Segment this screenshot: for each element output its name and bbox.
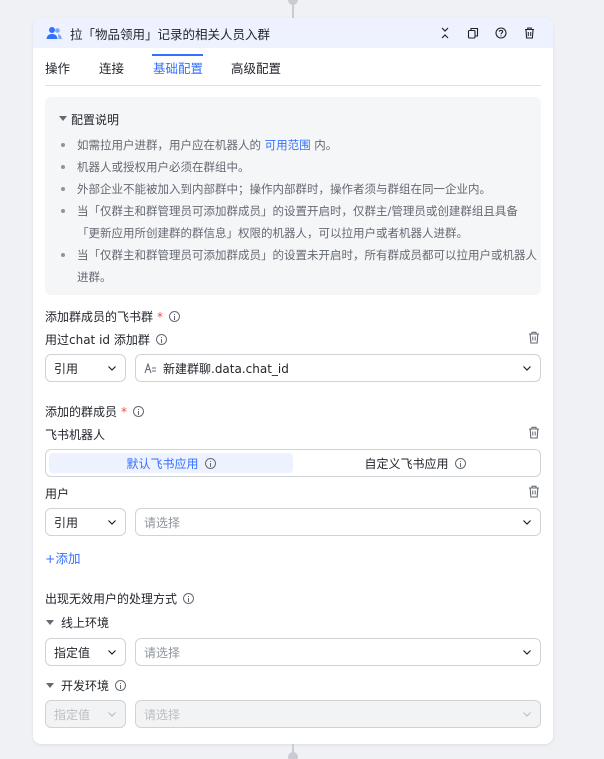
target-group-label: 添加群成员的飞书群 * xyxy=(45,308,181,325)
info-icon xyxy=(155,334,167,345)
notes-title: 配置说明 xyxy=(71,113,120,127)
members-label: 添加的群成员 * xyxy=(45,403,145,420)
info-icon xyxy=(183,593,195,604)
dev-value-select: 请选择 xyxy=(135,700,541,728)
active-tab-indicator xyxy=(152,54,203,56)
note-item: 机器人或授权用户必须在群组中。 xyxy=(61,156,537,178)
user-value-select[interactable]: 请选择 xyxy=(135,508,541,536)
tab-operation[interactable]: 操作 xyxy=(45,58,70,77)
chevron-down-icon xyxy=(108,712,116,717)
help-icon[interactable] xyxy=(487,22,515,44)
trash-icon[interactable] xyxy=(528,426,540,439)
collapse-icon[interactable] xyxy=(431,22,459,44)
bot-type-segmented: 默认飞书应用 自定义飞书应用 xyxy=(45,449,541,477)
card-header: 拉「物品领用」记录的相关人员入群 xyxy=(33,18,553,48)
available-scope-link[interactable]: 可用范围 xyxy=(265,138,311,152)
note-item: 当「仅群主和群管理员可添加群成员」的设置开启时，仅群主/管理员或创建群组且具备「… xyxy=(61,200,537,244)
info-icon xyxy=(133,406,145,417)
add-member-button[interactable]: +添加 xyxy=(45,548,80,567)
invalid-users-label: 出现无效用户的处理方式 xyxy=(45,590,195,607)
trash-icon[interactable] xyxy=(528,485,540,498)
flow-connector-top xyxy=(288,0,298,18)
config-tabs: 操作 连接 基础配置 高级配置 xyxy=(45,48,541,86)
bot-label: 飞书机器人 xyxy=(45,428,106,442)
chevron-down-icon xyxy=(523,650,531,655)
note-item: 外部企业不能被加入到内部群中；操作内部群时，操作者须与群组在同一企业内。 xyxy=(61,178,537,200)
group-users-icon xyxy=(46,27,62,39)
custom-app-option[interactable]: 自定义飞书应用 xyxy=(293,453,537,473)
info-icon xyxy=(115,680,127,691)
info-icon xyxy=(204,457,216,469)
tab-basic-config[interactable]: 基础配置 xyxy=(153,58,203,77)
flow-connector-dot xyxy=(288,752,298,759)
info-icon xyxy=(169,311,181,322)
node-title: 拉「物品领用」记录的相关人员入群 xyxy=(70,26,271,42)
copy-icon[interactable] xyxy=(459,22,487,44)
tab-advanced-config[interactable]: 高级配置 xyxy=(231,58,281,77)
user-mode-select[interactable]: 引用 xyxy=(45,508,126,536)
dev-mode-select: 指定值 xyxy=(45,700,126,728)
info-icon xyxy=(454,457,466,469)
node-config-card: 拉「物品领用」记录的相关人员入群 操作 连接 基础配置 高级配置 配置说明 如需… xyxy=(33,18,553,744)
tab-connection[interactable]: 连接 xyxy=(99,58,124,77)
chevron-down-icon xyxy=(108,650,116,655)
delete-icon[interactable] xyxy=(515,22,543,44)
default-app-option[interactable]: 默认飞书应用 xyxy=(49,453,293,473)
chevron-down-icon xyxy=(523,712,531,717)
chevron-down-icon xyxy=(523,366,531,371)
target-group-value-select[interactable]: 新建群聊.data.chat_id xyxy=(135,354,541,382)
note-item: 当「仅群主和群管理员可添加群成员」的设置未开启时，所有群成员都可以拉用户或机器人… xyxy=(61,244,537,288)
caret-down-icon[interactable] xyxy=(46,683,54,688)
chevron-down-icon xyxy=(108,520,116,525)
online-env-label: 线上环境 xyxy=(61,616,110,630)
chevron-down-icon xyxy=(523,520,531,525)
caret-down-icon[interactable] xyxy=(59,116,67,121)
dev-env-label: 开发环境 xyxy=(61,677,127,694)
online-mode-select[interactable]: 指定值 xyxy=(45,638,126,666)
chat-id-label: 用过chat id 添加群 xyxy=(45,331,167,348)
chevron-down-icon xyxy=(108,366,116,371)
target-group-mode-select[interactable]: 引用 xyxy=(45,354,126,382)
config-notes-panel: 配置说明 如需拉用户进群，用户应在机器人的 可用范围 内。 机器人或授权用户必须… xyxy=(45,97,541,295)
trash-icon[interactable] xyxy=(528,331,540,344)
note-item: 如需拉用户进群，用户应在机器人的 可用范围 内。 xyxy=(61,134,537,156)
text-variable-icon xyxy=(144,362,156,373)
caret-down-icon[interactable] xyxy=(46,620,54,625)
user-label: 用户 xyxy=(45,487,70,501)
online-value-select[interactable]: 请选择 xyxy=(135,638,541,666)
